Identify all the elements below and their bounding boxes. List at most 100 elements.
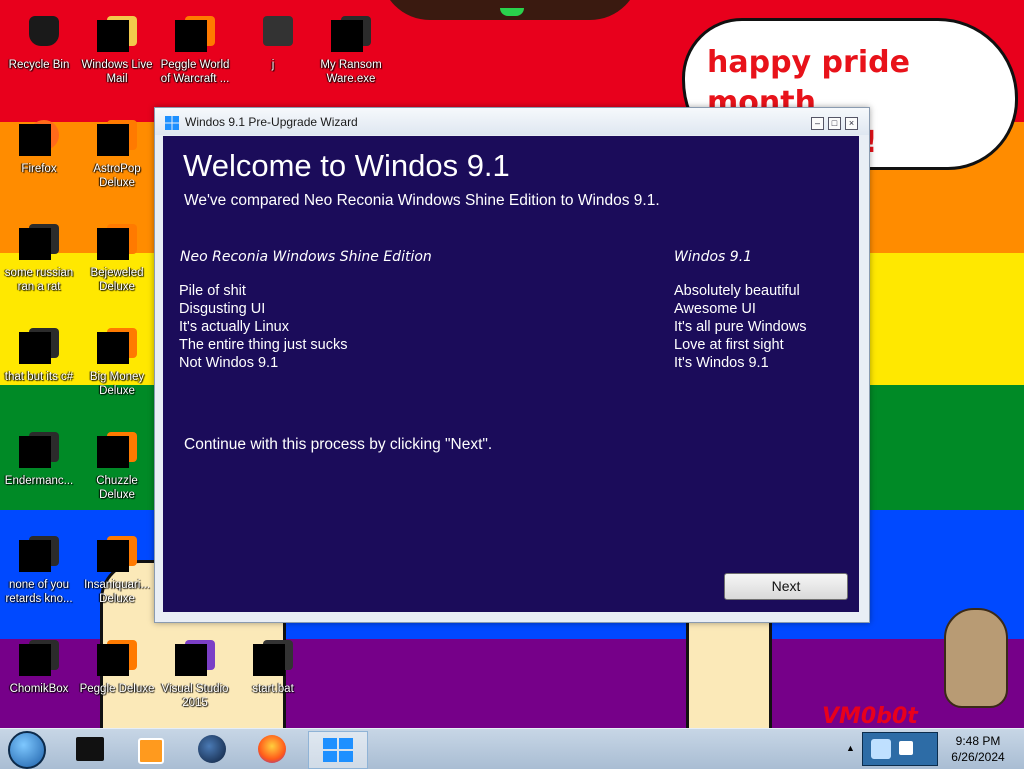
redaction-box [19, 644, 51, 676]
desktop-icon-label: Endermanc... [4, 475, 74, 487]
taskbar-firefox[interactable] [244, 731, 302, 767]
program-icon [19, 328, 59, 368]
desktop-icon-label: Windows Live Mail [81, 59, 153, 85]
desktop-icon-label: ChomikBox [9, 683, 69, 695]
left-item: The entire thing just sucks [179, 337, 348, 353]
desktop-icon-label: AstroPop Deluxe [93, 163, 141, 189]
program-icon [19, 536, 59, 576]
program-icon [19, 224, 59, 264]
volume-icon [899, 741, 913, 755]
desktop-icon-label: some russian ran a rat [4, 267, 74, 293]
desktop-icon[interactable]: ChomikBox [0, 632, 78, 696]
redaction-box [97, 124, 129, 156]
game-icon [97, 432, 137, 472]
start-button[interactable] [4, 727, 48, 769]
desktop-icon[interactable]: Chuzzle Deluxe [78, 424, 156, 502]
continue-instruction: Continue with this process by clicking "… [184, 436, 493, 453]
wizard-window[interactable]: Windos 9.1 Pre-Upgrade Wizard ‒ □ × Welc… [154, 107, 870, 623]
gopher-mascot [944, 608, 1008, 708]
desktop-icon[interactable]: Peggle Deluxe [78, 632, 156, 696]
next-button[interactable]: Next [724, 573, 848, 600]
left-item: Disgusting UI [179, 301, 266, 317]
desktop-icon[interactable]: Firefox [0, 112, 78, 176]
desktop-icon[interactable]: none of you retards kno... [0, 528, 78, 606]
game-icon [97, 536, 137, 576]
right-item: It's all pure Windows [674, 319, 807, 335]
desktop-icon[interactable]: that but its c# [0, 320, 78, 384]
desktop-icon-label: start.bat [252, 683, 294, 695]
taskbar-app-1[interactable] [60, 731, 118, 767]
desktop-icon[interactable]: Peggle World of Warcraft ... [156, 8, 234, 86]
desktop-icon[interactable]: Endermanc... [0, 424, 78, 488]
wizard-title: Windos 9.1 Pre-Upgrade Wizard [185, 115, 358, 129]
taskbar-app-2[interactable] [120, 731, 178, 767]
taskbar-clock[interactable]: 9:48 PM 6/26/2024 [938, 733, 1018, 765]
redaction-box [331, 20, 363, 52]
right-column-header: Windos 9.1 [674, 249, 753, 265]
taskbar-app-3[interactable] [184, 731, 242, 767]
game-icon [175, 16, 215, 56]
redaction-box [97, 332, 129, 364]
game-icon [97, 640, 137, 680]
desktop-icon[interactable]: AstroPop Deluxe [78, 112, 156, 190]
windows-logo-icon [165, 116, 179, 130]
network-icon [871, 739, 891, 759]
folder-icon [253, 16, 293, 56]
right-item: Awesome UI [674, 301, 756, 317]
desktop-icon-label: Peggle Deluxe [79, 683, 155, 695]
desktop-icon[interactable]: Recycle Bin [0, 8, 78, 72]
maximize-icon[interactable]: □ [828, 117, 841, 130]
black-box-icon [76, 737, 104, 761]
redaction-box [253, 644, 285, 676]
redaction-box [19, 540, 51, 572]
taskbar-wizard[interactable] [308, 731, 368, 769]
desktop-icon[interactable]: some russian ran a rat [0, 216, 78, 294]
redaction-box [97, 20, 129, 52]
right-column-list: Absolutely beautiful Awesome UI It's all… [674, 282, 807, 372]
desktop-icon[interactable]: j [234, 8, 312, 72]
redaction-box [19, 436, 51, 468]
desktop-icon[interactable]: Big Money Deluxe [78, 320, 156, 398]
desktop-icon-label: Insaniquari... Deluxe [84, 579, 150, 605]
desktop-icon[interactable]: Windows Live Mail [78, 8, 156, 86]
program-icon [331, 16, 371, 56]
desktop-icon-label: Firefox [21, 163, 57, 175]
wizard-subtitle: We've compared Neo Reconia Windows Shine… [184, 192, 660, 209]
game-icon [97, 224, 137, 264]
wizard-body: Welcome to Windos 9.1 We've compared Neo… [163, 136, 859, 612]
recycle-bin-icon [19, 16, 59, 56]
minimize-icon[interactable]: ‒ [811, 117, 824, 130]
globe-icon [198, 735, 226, 763]
firefox-icon [258, 735, 286, 763]
redaction-box [175, 20, 207, 52]
desktop-icon-label: Peggle World of Warcraft ... [160, 59, 230, 85]
redaction-box [97, 436, 129, 468]
icon-art [29, 16, 59, 46]
desktop-icon[interactable]: start.bat [234, 632, 312, 696]
right-item: Absolutely beautiful [674, 283, 800, 299]
windows-logo-icon [323, 738, 353, 762]
program-icon [19, 640, 59, 680]
game-icon [97, 328, 137, 368]
left-item: Pile of shit [179, 283, 246, 299]
clock-date: 6/26/2024 [951, 750, 1005, 764]
desktop-icon-label: none of you retards kno... [5, 579, 73, 605]
tray-expand-icon[interactable]: ▲ [846, 743, 855, 753]
system-tray[interactable] [862, 732, 938, 766]
redaction-box [97, 540, 129, 572]
game-icon [97, 120, 137, 160]
wizard-titlebar[interactable]: Windos 9.1 Pre-Upgrade Wizard ‒ □ × [155, 108, 869, 135]
desktop-icon[interactable]: Bejeweled Deluxe [78, 216, 156, 294]
desktop-icon[interactable]: Visual Studio 2015 [156, 632, 234, 710]
firefox-icon [19, 120, 59, 160]
close-icon[interactable]: × [845, 117, 858, 130]
desktop-icon-label: Visual Studio 2015 [161, 683, 229, 709]
left-column-header: Neo Reconia Windows Shine Edition [180, 249, 432, 265]
desktop-icon-label: j [271, 59, 275, 71]
left-item: Not Windos 9.1 [179, 355, 279, 371]
desktop-icon[interactable]: My Ransom Ware.exe [312, 8, 390, 86]
program-icon [19, 432, 59, 472]
desktop-icon[interactable]: Insaniquari... Deluxe [78, 528, 156, 606]
redaction-box [97, 644, 129, 676]
right-item: Love at first sight [674, 337, 784, 353]
